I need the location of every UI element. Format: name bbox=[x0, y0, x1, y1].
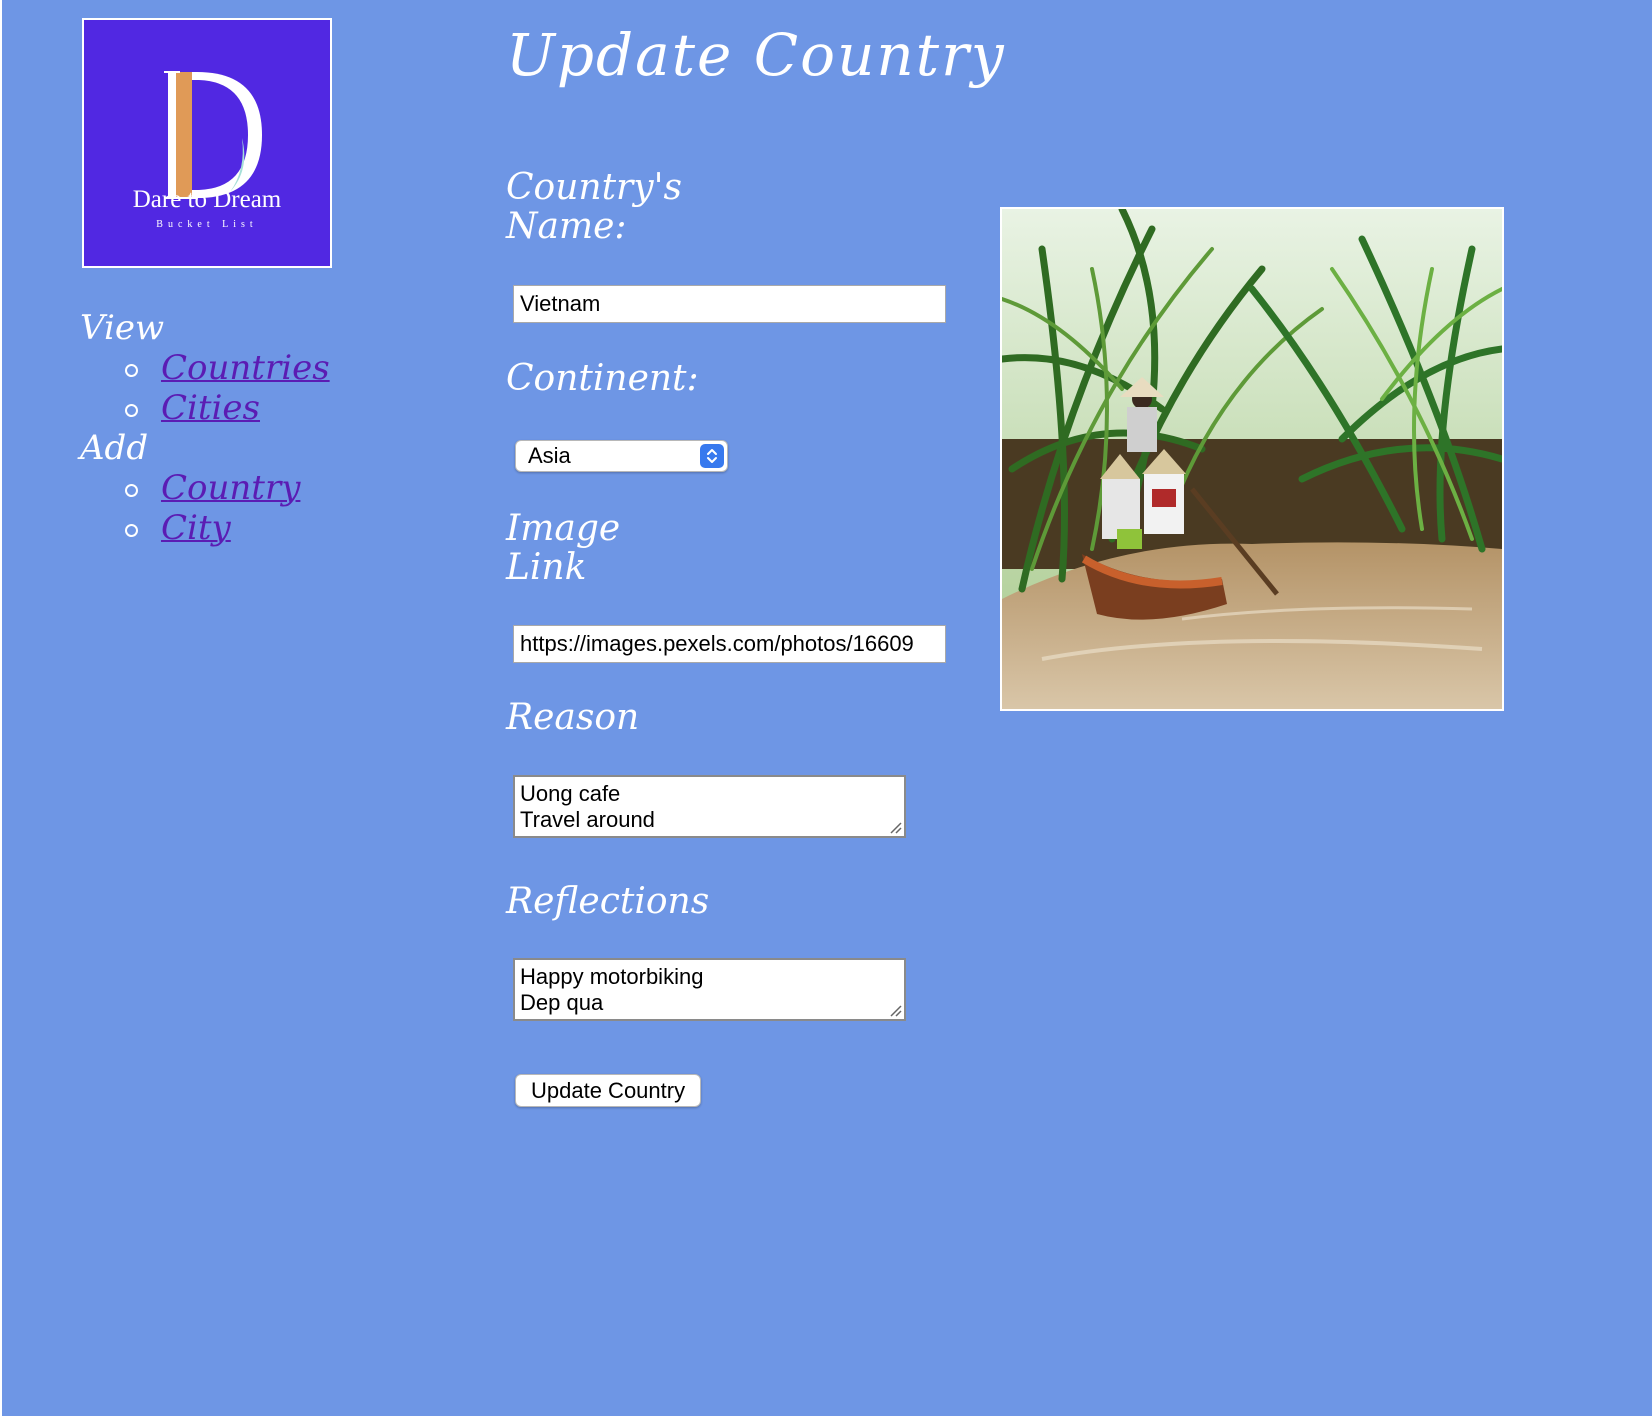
country-name-label: Country's Name: bbox=[506, 168, 682, 246]
image-link-label-line2: Link bbox=[506, 547, 587, 588]
river-boat-image bbox=[1002, 209, 1502, 709]
nav-heading-view: View bbox=[80, 308, 165, 348]
bullet-icon bbox=[125, 484, 138, 497]
reflections-line-2: Dep qua bbox=[520, 990, 604, 1015]
bullet-icon bbox=[125, 404, 138, 417]
nav-link-cities[interactable]: Cities bbox=[161, 388, 260, 428]
nav-view-list: Countries Cities bbox=[80, 348, 330, 428]
logo-monogram-icon bbox=[164, 71, 262, 199]
logo-tagline: Bucket List bbox=[156, 219, 258, 230]
bullet-icon bbox=[125, 524, 138, 537]
reason-label: Reason bbox=[506, 697, 640, 738]
reason-line-2: Travel around bbox=[520, 807, 655, 832]
resize-grip-icon[interactable] bbox=[888, 1003, 902, 1017]
nav-link-add-country[interactable]: Country bbox=[161, 468, 300, 508]
image-link-label-line1: Image bbox=[506, 508, 621, 549]
continent-select[interactable]: Asia bbox=[515, 440, 728, 472]
continent-selected-value: Asia bbox=[528, 443, 571, 468]
continent-label: Continent: bbox=[506, 358, 699, 399]
nav-item-countries: Countries bbox=[125, 348, 330, 388]
nav-link-countries[interactable]: Countries bbox=[161, 348, 330, 388]
chevron-up-down-icon bbox=[700, 444, 724, 468]
logo-brand-text: Dare to Dream bbox=[132, 186, 282, 213]
bullet-icon bbox=[125, 364, 138, 377]
reason-line-1: Uong cafe bbox=[520, 781, 621, 806]
country-name-label-line1: Country's bbox=[506, 167, 682, 208]
site-logo[interactable]: Dare to Dream Bucket List bbox=[82, 18, 332, 268]
image-link-input[interactable]: https://images.pexels.com/photos/16609 bbox=[513, 625, 946, 663]
window-edge bbox=[0, 0, 2, 1416]
country-name-input[interactable]: Vietnam bbox=[513, 285, 946, 323]
nav-link-add-city[interactable]: City bbox=[161, 508, 231, 548]
resize-grip-icon[interactable] bbox=[888, 820, 902, 834]
sidebar-nav: View Countries Cities Add Country City bbox=[80, 308, 330, 548]
reason-textarea[interactable]: Uong cafe Travel around bbox=[513, 775, 906, 838]
nav-item-add-city: City bbox=[125, 508, 330, 548]
reflections-label: Reflections bbox=[506, 881, 710, 922]
reflections-textarea[interactable]: Happy motorbiking Dep qua bbox=[513, 958, 906, 1021]
reflections-line-1: Happy motorbiking bbox=[520, 964, 704, 989]
update-country-button[interactable]: Update Country bbox=[515, 1074, 702, 1107]
page-title: Update Country bbox=[506, 21, 1006, 89]
country-name-label-line2: Name: bbox=[506, 206, 627, 247]
image-link-label: Image Link bbox=[506, 509, 620, 587]
country-photo bbox=[1000, 207, 1504, 711]
nav-add-list: Country City bbox=[80, 468, 330, 548]
nav-item-add-country: Country bbox=[125, 468, 330, 508]
nav-item-cities: Cities bbox=[125, 388, 330, 428]
nav-heading-add: Add bbox=[80, 428, 149, 468]
